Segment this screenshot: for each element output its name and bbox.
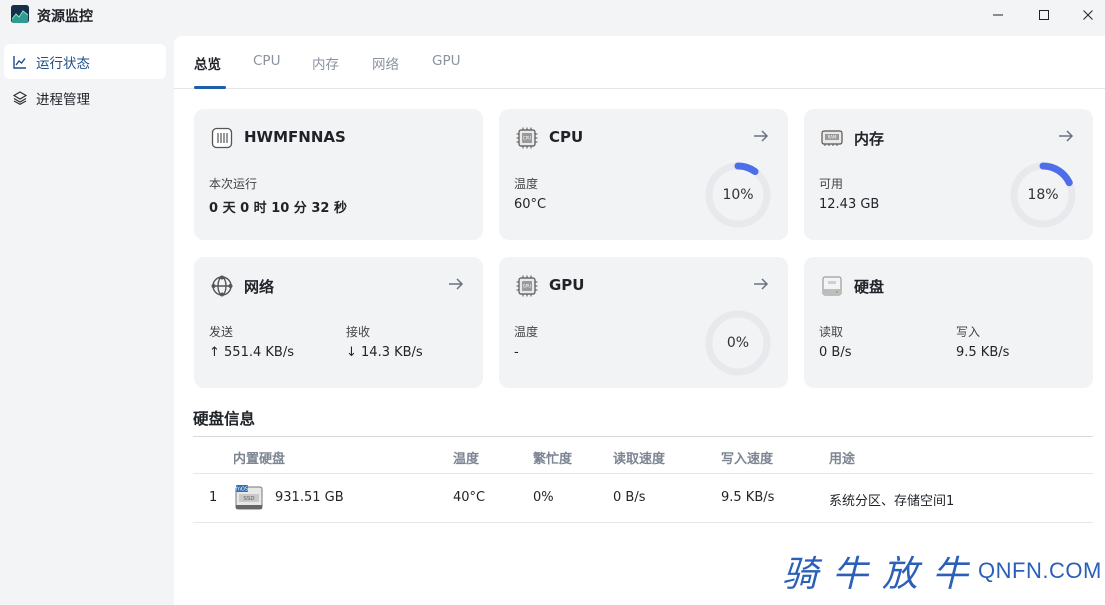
tab-bar: 总览 CPU 内存 网络 GPU [174, 36, 1105, 89]
watermark-chinese: 骑牛放牛 [782, 554, 983, 595]
column-header: 内置硬盘 [233, 452, 286, 467]
gpu-chip-icon: GPU [515, 274, 539, 298]
tab-memory[interactable]: 内存 [312, 53, 339, 73]
disk-read-value: 0 B/s [819, 345, 852, 360]
cpu-chip-icon: CPU [515, 126, 539, 150]
column-header: 用途 [829, 452, 856, 467]
network-card[interactable]: 网络 发送 ↑ 551.4 KB/s 接收 ↓ 14.3 KB/s [194, 257, 483, 388]
active-tab-indicator [194, 86, 226, 89]
app-logo-icon [11, 5, 29, 23]
network-receive-label: 接收 [346, 325, 371, 339]
disk-usage-purpose: 系统分区、存储空间1 [829, 494, 955, 509]
memory-available-label: 可用 [819, 177, 844, 191]
disk-read-speed: 0 B/s [613, 490, 646, 505]
sidebar-item-status[interactable]: 运行状态 [4, 44, 166, 79]
ssd-icon: fnOS SSD [235, 485, 263, 510]
line-chart-icon [12, 54, 28, 70]
card-title: 内存 [854, 130, 885, 148]
cpu-usage-text: 10% [722, 187, 754, 203]
disk-card: 硬盘 读取 0 B/s 写入 9.5 KB/s [804, 257, 1093, 388]
server-icon [210, 126, 234, 150]
arrow-right-icon[interactable] [752, 275, 770, 293]
card-title: CPU [549, 128, 584, 146]
layers-icon [12, 90, 28, 106]
column-header: 写入速度 [721, 452, 774, 467]
memory-usage-text: 18% [1027, 187, 1059, 203]
arrow-right-icon[interactable] [447, 275, 465, 293]
maximize-button[interactable] [1021, 0, 1067, 30]
disk-capacity: 931.51 GB [275, 490, 344, 505]
sidebar: 运行状态 进程管理 [0, 36, 174, 605]
card-title: 硬盘 [854, 278, 885, 296]
network-receive-value: ↓ 14.3 KB/s [346, 345, 423, 360]
column-header: 温度 [453, 452, 480, 467]
svg-text:CPU: CPU [523, 136, 531, 141]
uptime-value: 0 天 0 时 10 分 32 秒 [209, 201, 347, 216]
arrow-right-icon[interactable] [1057, 127, 1075, 145]
title-bar: 资源监控 [0, 0, 1105, 30]
minimize-icon [993, 14, 1003, 16]
arrow-right-icon[interactable] [752, 127, 770, 145]
card-title: GPU [549, 276, 585, 294]
sidebar-item-label: 进程管理 [36, 91, 90, 108]
gpu-temp-value: - [514, 345, 519, 360]
disk-busy: 0% [533, 490, 554, 505]
network-globe-icon [210, 274, 234, 298]
disk-write-value: 9.5 KB/s [956, 345, 1010, 360]
system-card: HWMFNNAS 本次运行 0 天 0 时 10 分 32 秒 [194, 109, 483, 240]
disk-write-speed: 9.5 KB/s [721, 490, 775, 505]
minimize-button[interactable] [975, 0, 1021, 30]
network-send-label: 发送 [209, 325, 234, 339]
gpu-card[interactable]: GPU GPU 温度 - 0% [499, 257, 788, 388]
cpu-card[interactable]: CPU CPU 温度 60°C 10% [499, 109, 788, 240]
close-icon [1083, 10, 1093, 20]
sidebar-item-processes[interactable]: 进程管理 [4, 80, 166, 115]
watermark: 骑牛放牛 QNFN.COM [782, 546, 1102, 596]
svg-text:GPU: GPU [523, 284, 532, 289]
watermark-domain: QNFN.COM [978, 558, 1102, 583]
memory-card[interactable]: RAM 内存 可用 12.43 GB 18% [804, 109, 1093, 240]
tab-gpu[interactable]: GPU [432, 53, 460, 69]
maximize-icon [1039, 10, 1049, 20]
tab-overview[interactable]: 总览 [194, 53, 221, 73]
disk-info-title: 硬盘信息 [193, 410, 256, 428]
disk-temp: 40°C [453, 490, 486, 505]
card-title: 网络 [244, 278, 275, 296]
network-send-value: ↑ 551.4 KB/s [209, 345, 294, 360]
table-row[interactable]: 1 fnOS SSD 931.51 GB 40°C 0% 0 B/s 9.5 K… [193, 474, 1093, 523]
tab-cpu[interactable]: CPU [253, 53, 280, 69]
gpu-usage-text: 0% [726, 335, 750, 351]
cpu-temp-label: 温度 [514, 177, 539, 191]
column-header: 读取速度 [613, 452, 666, 467]
card-title: HWMFNNAS [244, 128, 346, 146]
main-panel: 总览 CPU 内存 网络 GPU HWMFNNAS 本次运行 0 天 0 时 1… [174, 36, 1105, 605]
svg-text:RAM: RAM [828, 135, 837, 140]
gpu-temp-label: 温度 [514, 325, 539, 339]
ssd-badge-text: fnOS [236, 487, 248, 493]
disk-write-label: 写入 [956, 325, 981, 339]
hard-disk-icon [820, 274, 844, 298]
disk-read-label: 读取 [819, 325, 844, 339]
column-header: 繁忙度 [533, 452, 573, 467]
memory-available-value: 12.43 GB [819, 197, 880, 212]
app-title: 资源监控 [37, 9, 93, 25]
ssd-label-text: SSD [243, 496, 254, 502]
uptime-label: 本次运行 [209, 177, 258, 191]
row-index: 1 [209, 490, 218, 505]
sidebar-item-label: 运行状态 [36, 55, 90, 72]
ram-icon: RAM [820, 126, 844, 150]
tab-network[interactable]: 网络 [372, 53, 399, 73]
table-header: 内置硬盘 温度 繁忙度 读取速度 写入速度 用途 [193, 436, 1093, 474]
cpu-temp-value: 60°C [514, 197, 547, 212]
close-button[interactable] [1065, 0, 1105, 30]
